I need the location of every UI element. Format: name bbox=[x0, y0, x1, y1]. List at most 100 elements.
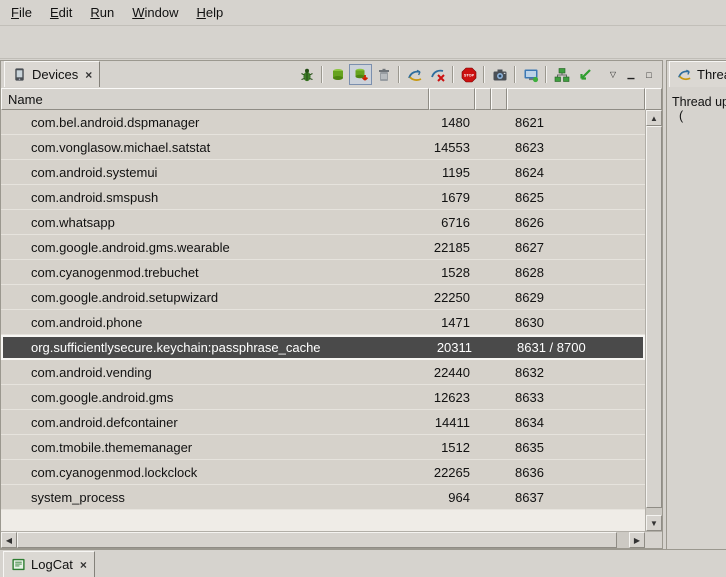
device-icon bbox=[12, 67, 27, 82]
process-port: 8628 bbox=[507, 265, 645, 280]
scrollbar-corner bbox=[645, 531, 662, 548]
menu-help[interactable]: Help bbox=[187, 0, 232, 25]
process-pid: 964 bbox=[429, 490, 475, 505]
view-menu-button[interactable]: ▽ bbox=[604, 66, 622, 84]
process-pid: 22250 bbox=[429, 290, 475, 305]
process-port: 8636 bbox=[507, 465, 645, 480]
minimize-button[interactable]: ▁ bbox=[622, 66, 640, 84]
process-name: com.android.systemui bbox=[1, 165, 429, 180]
process-name: org.sufficientlysecure.keychain:passphra… bbox=[3, 340, 431, 355]
table-row[interactable]: system_process9648637 bbox=[1, 485, 645, 510]
scroll-right-button[interactable]: ▶ bbox=[629, 532, 645, 548]
table-row[interactable]: com.google.android.gms.wearable221858627 bbox=[1, 235, 645, 260]
scroll-left-button[interactable]: ◀ bbox=[1, 532, 17, 548]
scroll-up-button[interactable]: ▲ bbox=[646, 110, 662, 126]
vertical-scrollbar[interactable]: ▲ ▼ bbox=[645, 110, 662, 531]
table-row[interactable]: com.android.vending224408632 bbox=[1, 360, 645, 385]
pixel-perfect-button[interactable] bbox=[573, 64, 596, 85]
table-row[interactable]: com.android.smspush16798625 bbox=[1, 185, 645, 210]
toolbar-separator bbox=[321, 66, 323, 83]
scroll-down-button[interactable]: ▼ bbox=[646, 515, 662, 531]
process-pid: 14411 bbox=[429, 415, 475, 430]
menu-window[interactable]: Window bbox=[123, 0, 187, 25]
tab-devices[interactable]: Devices × bbox=[4, 61, 100, 87]
tab-devices-label: Devices bbox=[32, 67, 78, 82]
devices-tabbar: Devices × bbox=[1, 61, 662, 88]
camera-icon bbox=[492, 67, 508, 83]
tab-logcat[interactable]: LogCat × bbox=[3, 551, 95, 577]
screen-record-icon bbox=[523, 67, 539, 83]
table-row[interactable]: com.google.android.setupwizard222508629 bbox=[1, 285, 645, 310]
process-name: com.cyanogenmod.lockclock bbox=[1, 465, 429, 480]
column-header-blank1[interactable] bbox=[475, 88, 491, 110]
table-row[interactable]: com.cyanogenmod.trebuchet15288628 bbox=[1, 260, 645, 285]
arrow-right-icon: ▶ bbox=[634, 536, 640, 545]
column-header-blank2[interactable] bbox=[491, 88, 507, 110]
threads-message-line1: Thread up bbox=[672, 95, 726, 109]
screen-record-button[interactable] bbox=[519, 64, 542, 85]
threads-icon bbox=[677, 67, 692, 82]
stop-process-button[interactable]: STOP bbox=[457, 64, 480, 85]
process-name: com.google.android.gms.wearable bbox=[1, 240, 429, 255]
process-name: com.vonglasow.michael.satstat bbox=[1, 140, 429, 155]
stop-icon: STOP bbox=[461, 67, 477, 83]
table-row[interactable]: com.tmobile.thememanager15128635 bbox=[1, 435, 645, 460]
column-header-pid[interactable] bbox=[429, 88, 475, 110]
tab-threads[interactable]: Threads bbox=[669, 61, 726, 87]
column-header-port[interactable] bbox=[507, 88, 645, 110]
threads-message-line2: ( bbox=[672, 109, 726, 123]
stop-method-profiling-button[interactable] bbox=[426, 64, 449, 85]
horizontal-scroll-thumb[interactable] bbox=[17, 532, 617, 548]
horizontal-scrollbar[interactable]: ◀ ▶ bbox=[1, 531, 645, 548]
process-pid: 22265 bbox=[429, 465, 475, 480]
table-row[interactable]: com.android.defcontainer144118634 bbox=[1, 410, 645, 435]
table-row[interactable]: com.whatsapp67168626 bbox=[1, 210, 645, 235]
toolbar-separator bbox=[398, 66, 400, 83]
table-row-selected[interactable]: org.sufficientlysecure.keychain:passphra… bbox=[1, 335, 645, 360]
process-port: 8633 bbox=[507, 390, 645, 405]
process-name: com.whatsapp bbox=[1, 215, 429, 230]
process-pid: 1480 bbox=[429, 115, 475, 130]
chevron-down-icon: ▽ bbox=[610, 70, 616, 79]
update-threads-button[interactable] bbox=[403, 64, 426, 85]
tab-logcat-label: LogCat bbox=[31, 557, 73, 572]
hierarchy-view-button[interactable] bbox=[550, 64, 573, 85]
process-pid: 22185 bbox=[429, 240, 475, 255]
table-row[interactable]: com.android.systemui11958624 bbox=[1, 160, 645, 185]
table-row[interactable]: com.bel.android.dspmanager14808621 bbox=[1, 110, 645, 135]
process-pid: 1512 bbox=[429, 440, 475, 455]
process-name: com.bel.android.dspmanager bbox=[1, 115, 429, 130]
process-name: com.android.defcontainer bbox=[1, 415, 429, 430]
minimize-icon: ▁ bbox=[628, 69, 635, 80]
debug-process-button[interactable] bbox=[295, 64, 318, 85]
toolbar-separator bbox=[452, 66, 454, 83]
menu-edit[interactable]: Edit bbox=[41, 0, 81, 25]
table-row[interactable]: com.cyanogenmod.lockclock22265 8636 bbox=[1, 460, 645, 485]
process-port: 8630 bbox=[507, 315, 645, 330]
table-body: com.bel.android.dspmanager14808621 com.v… bbox=[1, 110, 645, 531]
hprof-icon bbox=[353, 67, 369, 83]
threads-tabbar: Threads bbox=[667, 61, 726, 88]
coolbar bbox=[0, 27, 726, 59]
toolbar-separator bbox=[514, 66, 516, 83]
threads-icon bbox=[407, 67, 423, 83]
cause-gc-button[interactable] bbox=[372, 64, 395, 85]
process-name: system_process bbox=[1, 490, 429, 505]
process-name: com.android.smspush bbox=[1, 190, 429, 205]
table-row[interactable]: com.google.android.gms126238633 bbox=[1, 385, 645, 410]
vertical-scroll-thumb[interactable] bbox=[646, 126, 662, 508]
ddms-window: File Edit Run Window Help Devices × bbox=[0, 0, 726, 577]
menu-file[interactable]: File bbox=[2, 0, 41, 25]
dump-hprof-button[interactable] bbox=[349, 64, 372, 85]
menu-run[interactable]: Run bbox=[81, 0, 123, 25]
maximize-button[interactable]: □ bbox=[640, 66, 658, 84]
process-name: com.android.vending bbox=[1, 365, 429, 380]
table-row[interactable]: com.android.phone14718630 bbox=[1, 310, 645, 335]
toolbar-separator bbox=[545, 66, 547, 83]
close-icon[interactable]: × bbox=[80, 558, 87, 572]
close-icon[interactable]: × bbox=[85, 68, 92, 82]
column-header-name[interactable]: Name bbox=[1, 88, 429, 110]
screen-capture-button[interactable] bbox=[488, 64, 511, 85]
table-row[interactable]: com.vonglasow.michael.satstat145538623 bbox=[1, 135, 645, 160]
update-heap-button[interactable] bbox=[326, 64, 349, 85]
